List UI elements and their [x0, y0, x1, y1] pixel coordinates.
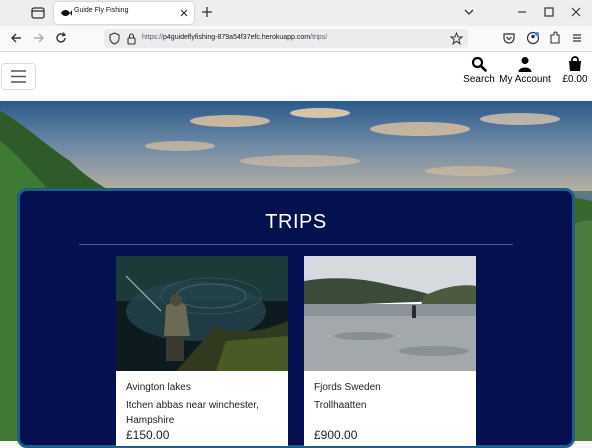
- page-title: TRIPS: [265, 211, 327, 233]
- url-text: https://p4guideflyfishing-879a54f37efc.h…: [142, 34, 327, 41]
- url-host: p4guideflyfishing-879a54f37efc.herokuapp…: [163, 34, 311, 41]
- close-tab-icon[interactable]: [178, 7, 190, 19]
- tab-list-icon[interactable]: [30, 5, 46, 21]
- pocket-icon[interactable]: [502, 31, 516, 45]
- reload-icon[interactable]: [54, 31, 68, 45]
- trip-image-avington[interactable]: [116, 256, 288, 371]
- trip-name: Fjords Sweden: [314, 382, 381, 393]
- trip-image-fjords[interactable]: [304, 256, 476, 371]
- shopping-bag-icon: [569, 56, 581, 71]
- site-header: Search My Account £0.00: [0, 52, 592, 101]
- user-icon: [518, 57, 532, 72]
- app-menu-icon[interactable]: [570, 31, 584, 45]
- shield-icon[interactable]: [108, 32, 121, 45]
- tab-title: Guide Fly Fishing: [74, 7, 129, 14]
- my-account-link[interactable]: My Account: [499, 56, 551, 85]
- trip-price: £150.00: [126, 428, 170, 442]
- fish-favicon-icon: [61, 10, 72, 16]
- browser-nav-bar: https://p4guideflyfishing-879a54f37efc.h…: [0, 26, 592, 52]
- bookmark-star-icon[interactable]: [450, 32, 463, 45]
- trip-card-fjords[interactable]: Fjords Sweden Trollhaatten £900.00: [304, 256, 476, 446]
- minimize-icon[interactable]: [515, 5, 529, 19]
- new-tab-icon[interactable]: [200, 5, 214, 19]
- url-prefix: https://: [142, 34, 164, 41]
- trip-location: Itchen abbas near winchester, Hampshire: [126, 400, 259, 426]
- search-icon: [471, 56, 487, 72]
- url-path: /trips/: [310, 34, 328, 41]
- browser-tab-active[interactable]: Guide Fly Fishing: [54, 2, 194, 24]
- hamburger-icon: [11, 70, 26, 83]
- close-window-icon[interactable]: [569, 5, 583, 19]
- back-arrow-icon[interactable]: [9, 31, 23, 45]
- maximize-icon[interactable]: [542, 5, 556, 19]
- trip-location: Trollhaatten: [314, 400, 367, 411]
- my-account-label: My Account: [499, 74, 551, 85]
- trip-name: Avington lakes: [126, 382, 191, 393]
- search-label: Search: [463, 74, 495, 85]
- tab-overflow-chevron-icon[interactable]: [462, 5, 476, 19]
- extensions-icon[interactable]: [548, 31, 562, 45]
- address-bar[interactable]: https://p4guideflyfishing-879a54f37efc.h…: [104, 29, 468, 48]
- forward-arrow-icon[interactable]: [32, 31, 46, 45]
- search-link[interactable]: Search: [463, 56, 495, 85]
- lock-icon[interactable]: [125, 32, 138, 45]
- title-divider: [79, 244, 513, 245]
- trip-price: £900.00: [314, 428, 358, 442]
- account-circle-icon[interactable]: [526, 31, 540, 45]
- trip-card-avington[interactable]: Avington lakes Itchen abbas near winches…: [116, 256, 288, 446]
- cart-total: £0.00: [562, 74, 588, 85]
- menu-toggle-button[interactable]: [1, 63, 36, 90]
- browser-tab-bar: Guide Fly Fishing: [0, 0, 592, 26]
- cart-link[interactable]: £0.00: [560, 56, 590, 85]
